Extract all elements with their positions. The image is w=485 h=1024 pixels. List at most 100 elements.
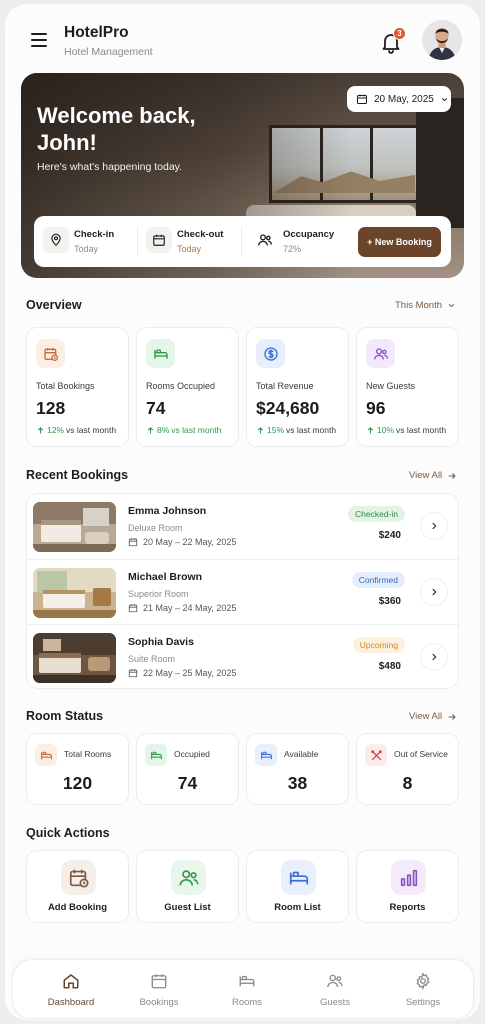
brand-subtitle: Hotel Management	[64, 46, 153, 58]
reports-button[interactable]: Reports	[356, 850, 459, 923]
stat-check-in[interactable]: Check-in Today	[43, 224, 138, 260]
bottom-tab-bar: Dashboard Bookings Rooms Guests Settings	[12, 959, 474, 1019]
notification-badge: 3	[393, 27, 406, 40]
overview-value: 128	[36, 398, 66, 418]
tab-label: Bookings	[139, 997, 179, 1008]
calendar-icon	[128, 538, 138, 547]
bed-icon	[255, 744, 277, 766]
change-suffix: vs last month	[171, 425, 222, 435]
booking-price: $240	[378, 530, 401, 541]
stat-value: Today	[74, 244, 99, 254]
room-status-value: 74	[177, 773, 198, 793]
guest-name: Sophia Davis	[128, 636, 194, 648]
room-type: Deluxe Room	[128, 523, 183, 533]
divider	[137, 226, 138, 256]
stat-label: Occupancy	[283, 229, 335, 240]
arrow-right-icon	[448, 713, 456, 720]
recent-bookings-title: Recent Bookings	[26, 468, 129, 482]
tab-guests[interactable]: Guests	[300, 970, 370, 1014]
chevron-right-icon[interactable]	[420, 578, 448, 606]
overview-title: Overview	[26, 298, 82, 312]
quick-actions-title: Quick Actions	[26, 826, 110, 840]
date-value: 20 May, 2025	[374, 93, 434, 105]
booking-row[interactable]: Sophia Davis Suite Room 22 May – 25 May,…	[27, 624, 460, 689]
add-booking-button[interactable]: Add Booking	[26, 850, 129, 923]
booking-row[interactable]: Emma Johnson Deluxe Room 20 May – 22 May…	[27, 494, 460, 559]
room-status-total-rooms[interactable]: Total Rooms 120	[26, 733, 129, 805]
tab-label: Rooms	[231, 997, 263, 1008]
calendar-icon	[128, 669, 138, 678]
overview-card-total-revenue[interactable]: Total Revenue $24,680 15% vs last month	[246, 327, 349, 447]
room-type: Suite Room	[128, 654, 176, 664]
overview-label: Total Revenue	[256, 381, 314, 391]
tab-label: Dashboard	[47, 997, 95, 1008]
new-booking-button[interactable]: + New Booking	[358, 227, 441, 257]
bed-icon	[239, 975, 255, 987]
menu-icon[interactable]	[25, 26, 53, 54]
overview-value: $24,680	[256, 398, 320, 418]
overview-change: 8% vs last month	[146, 425, 221, 435]
room-status-view-all-link[interactable]: View All	[409, 711, 457, 722]
room-status-occupied[interactable]: Occupied 74	[136, 733, 239, 805]
room-list-button[interactable]: Room List	[246, 850, 349, 923]
booking-dates: 20 May – 22 May, 2025	[128, 537, 236, 547]
room-status-available[interactable]: Available 38	[246, 733, 349, 805]
booking-row[interactable]: Michael Brown Superior Room 21 May – 24 …	[27, 559, 460, 624]
room-status-label: Occupied	[174, 749, 210, 759]
booking-dates: 22 May – 25 May, 2025	[128, 668, 236, 678]
app-header: HotelPro Hotel Management 3	[5, 4, 480, 70]
stat-check-out[interactable]: Check-out Today	[146, 224, 241, 260]
quick-action-label: Add Booking	[47, 902, 108, 913]
change-percent: 10%	[377, 425, 395, 435]
avatar[interactable]	[422, 20, 462, 60]
room-status-title: Room Status	[26, 709, 104, 723]
room-status-label: Total Rooms	[64, 749, 112, 759]
overview-card-rooms-occupied[interactable]: Rooms Occupied 74 8% vs last month	[136, 327, 239, 447]
tab-rooms[interactable]: Rooms	[212, 970, 282, 1014]
recent-view-all-link[interactable]: View All	[409, 470, 457, 481]
chevron-right-icon[interactable]	[420, 512, 448, 540]
date-range: 21 May – 24 May, 2025	[143, 603, 237, 613]
overview-change: 10% vs last month	[366, 425, 446, 435]
welcome-title: Welcome back, John!	[37, 103, 196, 155]
guest-name: Emma Johnson	[128, 505, 207, 517]
arrow-up-icon	[37, 426, 44, 433]
room-status-out-of-service[interactable]: Out of Service 8	[356, 733, 459, 805]
stat-occupancy[interactable]: Occupancy 72%	[252, 224, 347, 260]
change-suffix: vs last month	[286, 425, 337, 435]
tab-settings[interactable]: Settings	[388, 970, 458, 1014]
room-status-label: Available	[284, 749, 319, 759]
overview-value: 96	[366, 398, 386, 418]
calendar-icon	[128, 604, 138, 613]
calendar-icon	[146, 227, 172, 253]
tools-icon	[365, 744, 387, 766]
stat-value: Today	[177, 244, 202, 254]
guest-list-button[interactable]: Guest List	[136, 850, 239, 923]
stat-label: Check-in	[74, 229, 115, 240]
chevron-down-icon	[441, 97, 447, 101]
calendar-clock-icon	[36, 339, 65, 368]
change-suffix: vs last month	[66, 425, 117, 435]
overview-card-new-guests[interactable]: New Guests 96 10% vs last month	[356, 327, 459, 447]
date-selector[interactable]: 20 May, 2025	[347, 86, 451, 112]
dollar-icon	[256, 339, 285, 368]
booking-price: $360	[378, 596, 401, 607]
tab-bookings[interactable]: Bookings	[124, 970, 194, 1014]
room-photo	[33, 568, 116, 618]
overview-value: 74	[146, 398, 166, 418]
date-range: 22 May – 25 May, 2025	[143, 668, 237, 678]
arrow-up-icon	[367, 426, 374, 433]
recent-bookings-list: Emma Johnson Deluxe Room 20 May – 22 May…	[26, 493, 460, 689]
users-icon	[366, 339, 395, 368]
tab-dashboard[interactable]: Dashboard	[36, 970, 106, 1014]
period-dropdown[interactable]: This Month	[395, 300, 456, 311]
hero-banner: Welcome back, John! Here's what's happen…	[21, 73, 464, 278]
arrow-up-icon	[147, 426, 154, 433]
overview-card-total-bookings[interactable]: Total Bookings 128 12% vs last month	[26, 327, 129, 447]
stat-value: 72%	[283, 244, 302, 254]
chevron-right-icon[interactable]	[420, 643, 448, 671]
status-badge: Upcoming	[352, 637, 405, 653]
today-stats-bar: Check-in Today Check-out Today Occupancy…	[34, 216, 451, 267]
arrow-right-icon	[448, 472, 456, 479]
home-icon	[63, 974, 79, 989]
